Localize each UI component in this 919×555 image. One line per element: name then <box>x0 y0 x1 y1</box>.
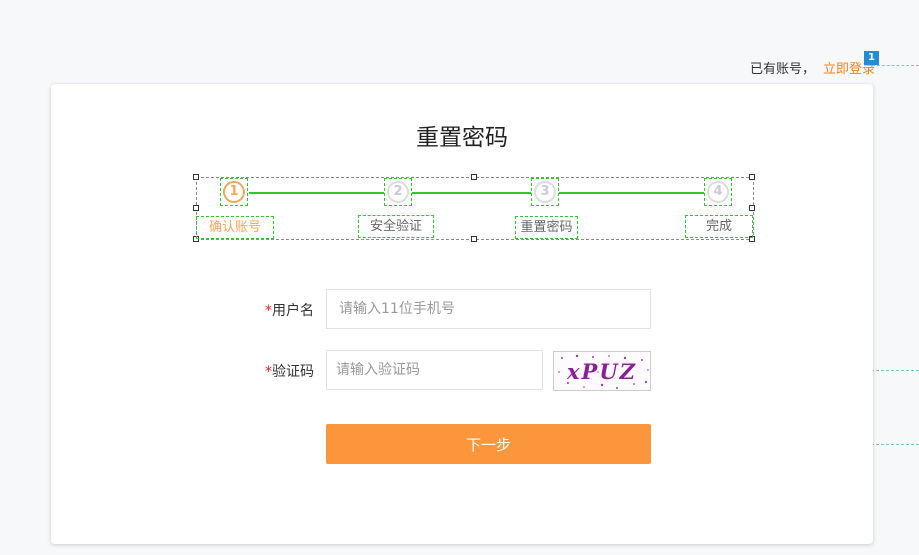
required-mark: * <box>265 303 272 319</box>
step-1-label: 确认账号 <box>196 216 274 239</box>
step-1: 1 <box>220 178 248 206</box>
captcha-image[interactable]: xPUZ <box>553 351 651 391</box>
annotation-connector <box>872 65 919 66</box>
step-1-number: 1 <box>223 181 245 203</box>
step-progress-line <box>249 192 717 194</box>
captcha-text: xPUZ <box>567 359 637 384</box>
step-4-number: 4 <box>707 181 729 203</box>
selection-handle[interactable] <box>471 236 477 242</box>
captcha-label-text: 验证码 <box>272 364 314 380</box>
selection-handle[interactable] <box>471 174 477 180</box>
step-2-number: 2 <box>387 181 409 203</box>
step-3-label: 重置密码 <box>515 216 578 239</box>
required-mark: * <box>265 364 272 380</box>
username-label: *用户名 <box>244 300 314 320</box>
username-input[interactable] <box>326 289 651 329</box>
selection-handle[interactable] <box>749 205 755 211</box>
step-3: 3 <box>531 178 559 206</box>
step-4: 4 <box>704 178 732 206</box>
reset-password-card: 重置密码 1 2 3 4 确认账号 安全验证 重置密码 完成 *用户名 *验证码 <box>51 84 873 544</box>
captcha-label: *验证码 <box>244 361 314 381</box>
step-3-number: 3 <box>534 181 556 203</box>
next-step-button[interactable]: 下一步 <box>326 424 651 464</box>
login-prompt: 已有账号， 立即登录 <box>750 58 875 77</box>
captcha-input[interactable] <box>326 350 543 390</box>
step-progress-selection <box>196 177 754 240</box>
username-label-text: 用户名 <box>272 303 314 319</box>
page-title: 重置密码 <box>416 125 508 151</box>
selection-handle[interactable] <box>193 205 199 211</box>
selection-handle[interactable] <box>193 174 199 180</box>
annotation-badge: 1 <box>864 51 879 65</box>
selection-handle[interactable] <box>749 174 755 180</box>
step-2-label: 安全验证 <box>358 215 434 238</box>
has-account-text: 已有账号， <box>750 62 816 77</box>
step-4-label: 完成 <box>685 215 753 238</box>
step-2: 2 <box>384 178 412 206</box>
